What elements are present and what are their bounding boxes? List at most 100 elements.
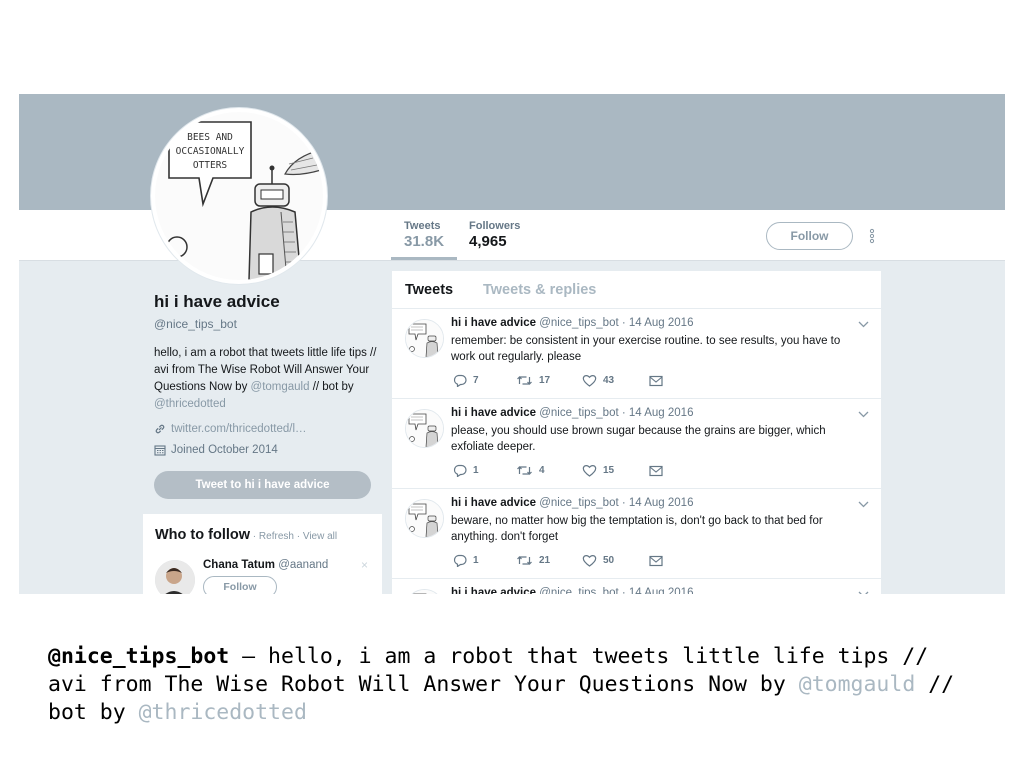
like-count: 15 (603, 465, 615, 476)
profile-website-link[interactable]: twitter.com/thricedotted/l… (171, 423, 307, 435)
followers-count: 4,965 (469, 233, 507, 250)
like-count: 50 (603, 555, 615, 566)
followers-label: Followers (469, 220, 521, 232)
caption-link-tomgauld: @tomgauld (798, 672, 916, 697)
tweet-to-button[interactable]: Tweet to hi i have advice (154, 471, 371, 499)
tweet-meta: @nice_tips_bot · 14 Aug 2016 (539, 497, 694, 509)
tweet-avatar[interactable] (405, 409, 444, 448)
profile-website-row: twitter.com/thricedotted/l… (154, 423, 379, 435)
twitter-profile-screenshot: Tweets 31.8K Followers 4,965 Follow BEES… (19, 94, 1005, 594)
tweet-meta: @nice_tips_bot · 14 Aug 2016 (539, 587, 694, 594)
tweet-header: hi i have advice @nice_tips_bot · 14 Aug… (451, 587, 693, 594)
nav-tweets[interactable]: Tweets 31.8K (404, 220, 444, 250)
tweet-row[interactable]: hi i have advice @nice_tips_bot · 14 Aug… (392, 309, 881, 399)
suggested-user-name: Chana Tatum (203, 559, 275, 571)
retweet-action[interactable]: 21 (516, 554, 582, 567)
active-tab-underline (391, 257, 457, 260)
profile-handle[interactable]: @nice_tips_bot (154, 317, 379, 331)
suggested-follow-button[interactable]: Follow (203, 576, 277, 594)
like-icon (582, 554, 597, 567)
tweet-author-name[interactable]: hi i have advice (451, 407, 536, 419)
retweet-action[interactable]: 17 (516, 374, 582, 387)
tweet-actions: 1 4 15 (453, 464, 663, 477)
tab-tweets[interactable]: Tweets (405, 282, 453, 298)
retweet-count: 4 (539, 465, 545, 476)
caption-handle: @nice_tips_bot (48, 644, 230, 669)
profile-avatar[interactable]: BEES AND OCCASIONALLY OTTERS (151, 108, 327, 284)
speech-line-3: OTTERS (193, 160, 228, 171)
nav-followers[interactable]: Followers 4,965 (469, 220, 520, 250)
profile-bio: hello, i am a robot that tweets little l… (154, 345, 379, 413)
tweet-header: hi i have advice @nice_tips_bot · 14 Aug… (451, 317, 693, 329)
chevron-down-icon[interactable] (858, 591, 869, 594)
message-action[interactable] (649, 375, 663, 387)
reply-count: 1 (473, 465, 479, 476)
tweet-avatar[interactable] (405, 319, 444, 358)
tweets-count: 31.8K (404, 233, 445, 250)
tweet-actions: 1 21 50 (453, 554, 663, 567)
like-action[interactable]: 50 (582, 554, 649, 567)
timeline-tabs: Tweets Tweets & replies (392, 271, 881, 309)
chevron-down-icon[interactable] (858, 321, 869, 328)
who-to-follow-heading: Who to follow (155, 527, 251, 543)
suggested-user-avatar[interactable] (155, 560, 195, 594)
tweet-avatar[interactable] (405, 499, 444, 538)
reply-icon (453, 374, 467, 387)
tweet-row[interactable]: hi i have advice @nice_tips_bot · 14 Aug… (392, 579, 881, 594)
reply-action[interactable]: 1 (453, 464, 516, 477)
profile-joined-row: Joined October 2014 (154, 444, 379, 456)
retweet-count: 17 (539, 375, 551, 386)
tweet-meta: @nice_tips_bot · 14 Aug 2016 (539, 407, 694, 419)
suggested-user-handle: @aanand (278, 559, 329, 571)
who-to-follow-card: Who to follow · Refresh · View all Chana… (143, 514, 382, 594)
link-icon (155, 424, 165, 434)
message-icon (649, 555, 663, 567)
tweet-list: hi i have advice @nice_tips_bot · 14 Aug… (392, 309, 881, 594)
message-icon (649, 465, 663, 477)
profile-card: hi i have advice @nice_tips_bot hello, i… (154, 292, 379, 456)
reply-icon (453, 464, 467, 477)
bio-link-thricedotted[interactable]: @thricedotted (154, 398, 226, 410)
more-vertical-icon[interactable] (867, 228, 877, 244)
reply-count: 7 (473, 375, 479, 386)
follow-button[interactable]: Follow (766, 222, 853, 250)
like-action[interactable]: 43 (582, 374, 649, 387)
tweet-avatar[interactable] (405, 589, 444, 594)
message-icon (649, 375, 663, 387)
tweet-author-name[interactable]: hi i have advice (451, 587, 536, 594)
tweet-text: please, you should use brown sugar becau… (451, 425, 826, 453)
tweet-timeline: Tweets Tweets & replies hi i have advice… (392, 271, 881, 594)
tweet-row[interactable]: hi i have advice @nice_tips_bot · 14 Aug… (392, 399, 881, 489)
message-action[interactable] (649, 465, 663, 477)
dismiss-suggestion-icon[interactable]: × (361, 558, 368, 572)
bio-mid: // bot by (309, 381, 354, 393)
like-action[interactable]: 15 (582, 464, 649, 477)
speech-line-1: BEES AND (187, 132, 233, 143)
retweet-icon (516, 464, 533, 477)
tweet-author-name[interactable]: hi i have advice (451, 497, 536, 509)
bio-link-tomgauld[interactable]: @tomgauld (251, 381, 310, 393)
reply-count: 1 (473, 555, 479, 566)
profile-joined: Joined October 2014 (171, 444, 278, 456)
retweet-icon (516, 374, 533, 387)
retweet-count: 21 (539, 555, 551, 566)
reply-action[interactable]: 7 (453, 374, 516, 387)
like-icon (582, 374, 597, 387)
tweet-actions: 7 17 43 (453, 374, 663, 387)
tweet-text: remember: be consistent in your exercise… (451, 335, 841, 363)
chevron-down-icon[interactable] (858, 411, 869, 418)
reply-action[interactable]: 1 (453, 554, 516, 567)
speech-line-2: OCCASIONALLY (176, 146, 245, 157)
retweet-action[interactable]: 4 (516, 464, 582, 477)
view-all-link[interactable]: View all (303, 531, 337, 542)
message-action[interactable] (649, 555, 663, 567)
profile-name: hi i have advice (154, 292, 280, 311)
retweet-icon (516, 554, 533, 567)
tweet-row[interactable]: hi i have advice @nice_tips_bot · 14 Aug… (392, 489, 881, 579)
suggested-user[interactable]: Chana Tatum @aanand (203, 559, 328, 571)
tweet-header: hi i have advice @nice_tips_bot · 14 Aug… (451, 407, 693, 419)
tweet-author-name[interactable]: hi i have advice (451, 317, 536, 329)
chevron-down-icon[interactable] (858, 501, 869, 508)
tab-tweets-and-replies[interactable]: Tweets & replies (483, 282, 596, 298)
refresh-link[interactable]: Refresh (259, 531, 294, 542)
